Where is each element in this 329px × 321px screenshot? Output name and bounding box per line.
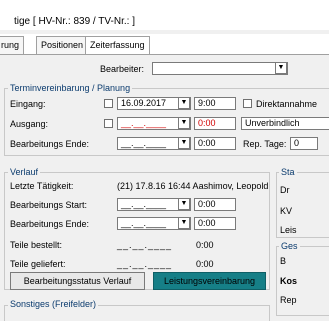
teile-geliefert-label: Teile geliefert: [10, 259, 66, 269]
bearbeiter-label: Bearbeiter: [100, 64, 145, 74]
leistungsvereinbarung-button[interactable]: Leistungsvereinbarung [153, 272, 266, 290]
bearbeitungsstatus-verlauf-button[interactable]: Bearbeitungsstatus Verlauf [10, 272, 145, 290]
teile-geliefert-date: __.__.____ [117, 259, 173, 269]
letzte-taetigkeit-value: (21) 17.8.16 16:44 Aashimov, Leopold [117, 181, 269, 191]
termin-ende-date-dropdown-icon[interactable]: ▼ [178, 137, 190, 149]
ges-group-title: Ges [279, 241, 300, 251]
main-window: tige [ HV-Nr.: 839 / TV-Nr.: ] rung Posi… [0, 0, 329, 321]
tab-strip: rung Positionen Zeiterfassung [0, 34, 329, 55]
termin-group-title: Terminvereinbarung / Planung [8, 83, 133, 93]
teile-bestellt-date: __.__.____ [117, 240, 173, 250]
verlauf-group-title: Verlauf [8, 167, 41, 177]
tab-positionen[interactable]: Positionen [36, 36, 89, 54]
teile-bestellt-label: Teile bestellt: [10, 240, 63, 250]
right-rep-label: Rep [280, 295, 297, 305]
ausgang-label: Ausgang: [10, 119, 49, 129]
bearbeitungs-start-time-field[interactable]: 0:00 [194, 198, 236, 211]
window-title: tige [ HV-Nr.: 839 / TV-Nr.: ] [14, 16, 135, 27]
letzte-taetigkeit-label: Letzte Tätigkeit: [10, 181, 74, 191]
bearbeiter-select[interactable] [152, 62, 288, 75]
direktannahme-checkbox[interactable] [243, 99, 252, 108]
sonstiges-group-title: Sonstiges (Freifelder) [8, 299, 99, 309]
teile-geliefert-time: 0:00 [196, 259, 214, 269]
ausgang-checkbox[interactable] [104, 119, 113, 128]
bearbeitungs-ende-time-field[interactable]: 0:00 [194, 217, 236, 230]
eingang-label: Eingang: [10, 99, 46, 109]
bearbeitungs-ende-label: Bearbeitungs Ende: [10, 219, 90, 229]
right-dr-label: Dr [280, 185, 290, 195]
direktannahme-label: Direktannahme [256, 99, 318, 109]
teile-bestellt-time: 0:00 [196, 240, 214, 250]
status-group-title: Sta [279, 167, 297, 177]
title-bar: tige [ HV-Nr.: 839 / TV-Nr.: ] [0, 0, 329, 30]
tab-zeiterfassung[interactable]: Zeiterfassung [85, 36, 150, 54]
right-kv-label: KV [280, 206, 293, 216]
tab-bestellung[interactable]: rung [0, 36, 25, 54]
bearbeitungs-start-dropdown-icon[interactable]: ▼ [178, 198, 190, 210]
eingang-time-field[interactable]: 9:00 [194, 97, 236, 110]
right-leis-label: Leis [280, 225, 297, 235]
rep-tage-field[interactable]: 0 [290, 137, 318, 150]
ausgang-date-dropdown-icon[interactable]: ▼ [178, 117, 190, 129]
unverbindlich-select[interactable]: Unverbindlich [241, 117, 329, 130]
bearbeiter-dropdown-icon[interactable]: ▼ [275, 62, 287, 74]
ausgang-time-field[interactable]: 0:00 [194, 117, 236, 130]
eingang-date-dropdown-icon[interactable]: ▼ [178, 97, 190, 109]
bearbeitungs-start-label: Bearbeitungs Start: [10, 200, 88, 210]
termin-ende-time-field[interactable]: 0:00 [194, 137, 236, 150]
eingang-checkbox[interactable] [104, 99, 113, 108]
right-b-label: B [280, 256, 287, 266]
right-kos-label: Kos [280, 276, 298, 286]
rep-tage-label: Rep. Tage: [243, 139, 287, 149]
bearbeitungs-ende-dropdown-icon[interactable]: ▼ [178, 217, 190, 229]
termin-ende-label: Bearbeitungs Ende: [10, 139, 90, 149]
